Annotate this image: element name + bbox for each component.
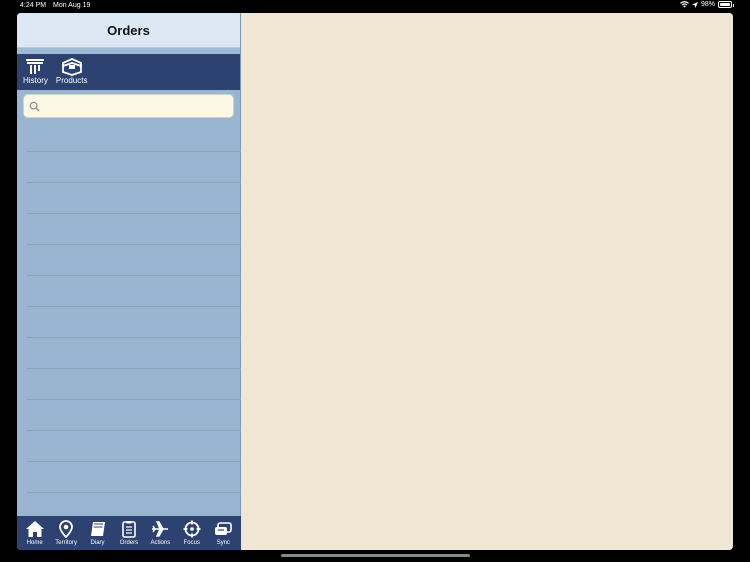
tab-sync[interactable]: Sync [209, 520, 237, 546]
tab-territory[interactable]: Territory [52, 520, 80, 546]
products-button[interactable]: Products [55, 54, 88, 85]
tab-label: Sync [216, 540, 230, 546]
sidebar-toolbar: History Products [17, 54, 240, 90]
list-item[interactable] [27, 431, 241, 462]
list-item[interactable] [27, 307, 241, 338]
status-right: 98% [680, 1, 734, 8]
list-item[interactable] [27, 369, 241, 400]
battery-percent: 98% [700, 1, 715, 8]
list-item[interactable] [27, 276, 241, 307]
list-item[interactable] [27, 121, 241, 152]
list-item[interactable] [27, 462, 241, 493]
app-window: Orders History Products Home Territory D… [17, 13, 733, 550]
search-field[interactable] [23, 94, 234, 118]
tab-label: Territory [55, 540, 77, 546]
tab-orders[interactable]: Orders [115, 520, 143, 546]
tab-label: Focus [183, 540, 200, 546]
history-button[interactable]: History [23, 54, 48, 85]
list-item[interactable] [27, 152, 241, 183]
products-label: Products [55, 76, 88, 85]
search-icon [29, 101, 40, 112]
home-icon [25, 521, 44, 537]
tab-label: Orders [119, 540, 139, 546]
location-arrow-icon [691, 1, 698, 8]
home-indicator[interactable] [281, 554, 470, 557]
tab-focus[interactable]: Focus [178, 520, 206, 546]
tab-label: Actions [150, 540, 171, 546]
wifi-icon [680, 1, 689, 8]
tab-label: Home [26, 540, 43, 546]
tab-home[interactable]: Home [21, 520, 49, 546]
tab-bar: Home Territory Diary Orders Actions Focu… [17, 516, 241, 550]
list-item[interactable] [27, 245, 241, 276]
diary-book-icon [90, 522, 105, 536]
sidebar: Orders History Products Home Territory D… [17, 13, 241, 550]
orders-clipboard-icon [122, 521, 136, 538]
list-item[interactable] [27, 338, 241, 369]
list-item[interactable] [27, 183, 241, 214]
detail-pane [242, 13, 733, 550]
search-input[interactable] [44, 101, 233, 111]
products-box-icon [61, 58, 82, 76]
list-item[interactable] [27, 400, 241, 431]
battery-icon [718, 1, 734, 8]
status-date: Mon Aug 19 [53, 2, 91, 9]
search-container [17, 90, 240, 118]
orders-list [17, 121, 241, 493]
status-bar: 4:24 PM Mon Aug 19 98% [0, 0, 750, 13]
territory-pin-icon [59, 520, 74, 538]
actions-plane-icon [152, 521, 169, 537]
tab-actions[interactable]: Actions [146, 520, 174, 546]
history-column-icon [26, 59, 45, 74]
tab-diary[interactable]: Diary [84, 520, 112, 546]
history-label: History [23, 76, 48, 85]
status-time: 4:24 PM [20, 2, 47, 9]
page-title: Orders [17, 13, 240, 48]
sync-icon [215, 522, 233, 535]
tab-label: Diary [90, 540, 105, 546]
focus-target-icon [183, 520, 201, 538]
list-item[interactable] [27, 214, 241, 245]
